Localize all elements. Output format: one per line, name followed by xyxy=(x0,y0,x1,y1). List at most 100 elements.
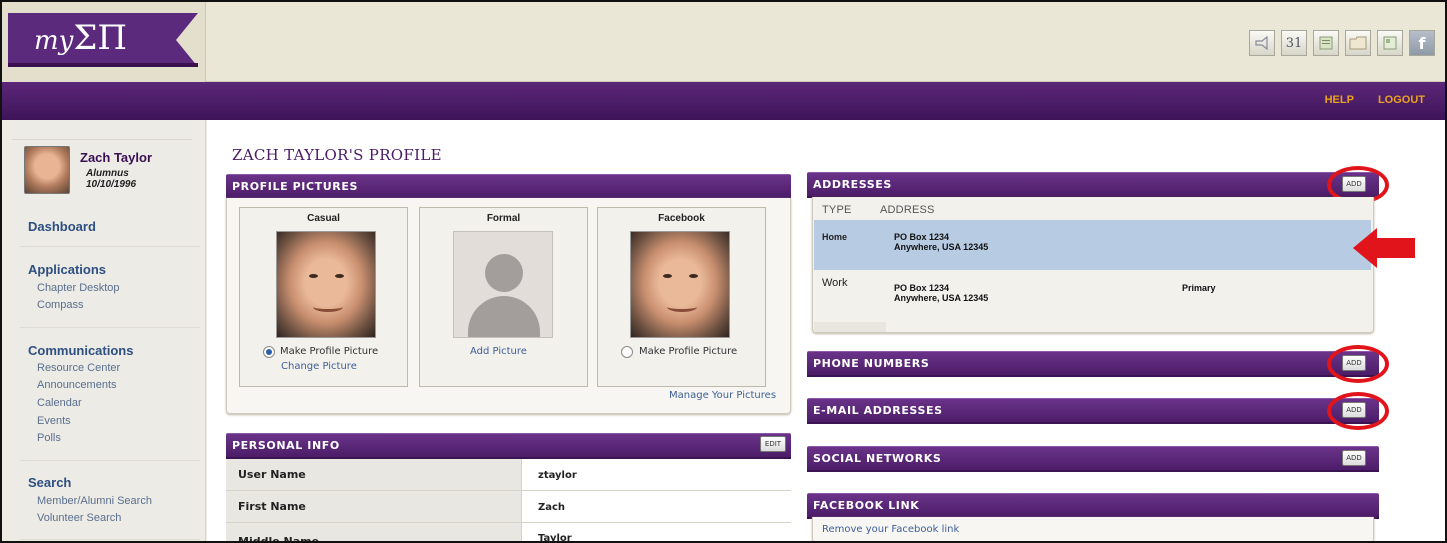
sidebar-divider xyxy=(20,539,200,540)
sidebar-divider xyxy=(20,327,200,328)
app-window: myΣΠ 31 f HELP LOGOUT Zach Taylor Alumnu… xyxy=(0,0,1447,543)
sidebar-item-announcements[interactable]: Announcements xyxy=(37,379,117,391)
facebook-profile-radio[interactable] xyxy=(621,346,633,358)
middle-name-label: Middle Name xyxy=(226,523,522,541)
logo-prefix: my xyxy=(34,26,74,56)
manage-pictures-link[interactable]: Manage Your Pictures xyxy=(669,390,776,401)
sidebar-divider xyxy=(12,139,192,140)
table-row: First Name Zach xyxy=(226,491,791,523)
sidebar-item-chapter-desktop[interactable]: Chapter Desktop xyxy=(37,282,120,294)
personal-info-title: PERSONAL INFO xyxy=(232,439,340,452)
first-name-value: Zach xyxy=(538,502,566,513)
address-line-2: Anywhere, USA 12345 xyxy=(894,293,989,303)
user-date: 10/10/1996 xyxy=(86,179,137,190)
phone-numbers-title: PHONE NUMBERS xyxy=(813,357,930,370)
toolbar-icons: 31 f xyxy=(1249,30,1435,56)
casual-profile-radio[interactable] xyxy=(263,346,275,358)
addresses-title: ADDRESSES xyxy=(813,178,892,191)
facebook-glyph: f xyxy=(1418,33,1426,53)
personal-info-header: PERSONAL INFO xyxy=(226,433,791,457)
remove-facebook-link[interactable]: Remove your Facebook link xyxy=(822,524,959,535)
help-link[interactable]: HELP xyxy=(1325,94,1354,106)
red-arrow-annotation xyxy=(1353,228,1415,268)
add-picture-link[interactable]: Add Picture xyxy=(470,346,527,357)
facebook-icon[interactable]: f xyxy=(1409,30,1435,56)
casual-photo[interactable] xyxy=(276,231,376,338)
first-name-label: First Name xyxy=(226,491,522,522)
casual-make-profile-label[interactable]: Make Profile Picture xyxy=(280,346,378,357)
social-networks-title: SOCIAL NETWORKS xyxy=(813,452,942,465)
top-links: HELP LOGOUT xyxy=(1325,94,1425,106)
address-text: PO Box 1234 Anywhere, USA 12345 xyxy=(894,283,988,303)
logo-letters: ΣΠ xyxy=(73,18,128,58)
formal-picture-card: Formal Add Picture xyxy=(419,207,588,387)
avatar[interactable] xyxy=(24,146,70,194)
casual-picture-card: Casual Make Profile Picture Change Pictu… xyxy=(239,207,408,387)
address-row-work[interactable]: Work PO Box 1234 Anywhere, USA 12345 Pri… xyxy=(814,270,1371,322)
top-header xyxy=(2,2,1445,82)
address-line-2: Anywhere, USA 12345 xyxy=(894,242,989,252)
profile-pictures-header: PROFILE PICTURES xyxy=(226,174,791,198)
middle-name-value: Taylor xyxy=(538,533,572,543)
user-name-value: ztaylor xyxy=(538,470,577,481)
nav-bar xyxy=(2,82,1445,120)
add-email-highlight-ring xyxy=(1327,392,1389,430)
sidebar-heading-communications[interactable]: Communications xyxy=(28,343,133,358)
edit-personal-info-button[interactable]: EDIT xyxy=(760,436,786,452)
sidebar-heading-search[interactable]: Search xyxy=(28,475,71,490)
add-phone-highlight-ring xyxy=(1327,345,1389,383)
sidebar-item-volunteer-search[interactable]: Volunteer Search xyxy=(37,512,121,524)
table-row: User Name ztaylor xyxy=(226,459,791,491)
profile-pictures-title: PROFILE PICTURES xyxy=(232,180,359,193)
sidebar-item-resource-center[interactable]: Resource Center xyxy=(37,362,120,374)
add-social-network-button[interactable]: ADD xyxy=(1342,450,1366,466)
user-role: Alumnus xyxy=(86,168,129,179)
column-header-address: ADDRESS xyxy=(880,204,935,216)
sidebar-divider xyxy=(20,460,200,461)
address-type: Home xyxy=(822,232,848,242)
sidebar-divider xyxy=(20,246,200,247)
sidebar-item-compass[interactable]: Compass xyxy=(37,299,83,311)
logout-link[interactable]: LOGOUT xyxy=(1378,94,1425,106)
facebook-link-title: FACEBOOK LINK xyxy=(813,499,920,512)
address-line-1: PO Box 1234 xyxy=(894,283,950,293)
addresses-footer xyxy=(814,322,886,332)
placeholder-avatar-icon[interactable] xyxy=(453,231,553,338)
primary-badge: Primary xyxy=(1182,283,1216,293)
logo-area: myΣΠ xyxy=(2,2,206,82)
facebook-photo[interactable] xyxy=(630,231,730,338)
sidebar-item-events[interactable]: Events xyxy=(37,415,71,427)
page-title: ZACH TAYLOR'S PROFILE xyxy=(232,146,442,164)
logo-banner-shadow xyxy=(8,63,198,67)
table-row: Middle Name Taylor xyxy=(226,523,791,543)
sidebar-item-calendar[interactable]: Calendar xyxy=(37,397,82,409)
email-addresses-title: E-MAIL ADDRESSES xyxy=(813,404,943,417)
address-row-home[interactable]: Home PO Box 1234 Anywhere, USA 12345 xyxy=(814,220,1371,270)
calendar-icon[interactable]: 31 xyxy=(1281,30,1307,56)
logo-text: myΣΠ xyxy=(34,18,127,61)
facebook-make-profile-label[interactable]: Make Profile Picture xyxy=(639,346,737,357)
newsletter-icon[interactable] xyxy=(1377,30,1403,56)
sidebar-heading-applications[interactable]: Applications xyxy=(28,262,106,277)
casual-card-title: Casual xyxy=(307,213,340,224)
address-type: Work xyxy=(822,277,848,289)
folder-icon[interactable] xyxy=(1345,30,1371,56)
facebook-card-title: Facebook xyxy=(658,213,705,224)
social-networks-header: SOCIAL NETWORKS xyxy=(807,446,1379,470)
formal-card-title: Formal xyxy=(486,213,521,224)
arrow-shape xyxy=(1353,228,1415,268)
change-picture-link[interactable]: Change Picture xyxy=(281,361,357,372)
phone-numbers-header: PHONE NUMBERS xyxy=(807,351,1379,375)
user-name-label: User Name xyxy=(226,459,522,490)
megaphone-icon[interactable] xyxy=(1249,30,1275,56)
column-header-type: TYPE xyxy=(822,204,852,216)
sidebar-item-member-search[interactable]: Member/Alumni Search xyxy=(37,495,152,507)
user-name[interactable]: Zach Taylor xyxy=(80,150,152,165)
sidebar-item-dashboard[interactable]: Dashboard xyxy=(28,219,96,234)
calendar-day: 31 xyxy=(1285,35,1303,51)
facebook-picture-card: Facebook Make Profile Picture xyxy=(597,207,766,387)
address-text: PO Box 1234 Anywhere, USA 12345 xyxy=(894,232,988,252)
email-addresses-header: E-MAIL ADDRESSES xyxy=(807,398,1379,422)
sidebar-item-polls[interactable]: Polls xyxy=(37,432,61,444)
document-icon[interactable] xyxy=(1313,30,1339,56)
